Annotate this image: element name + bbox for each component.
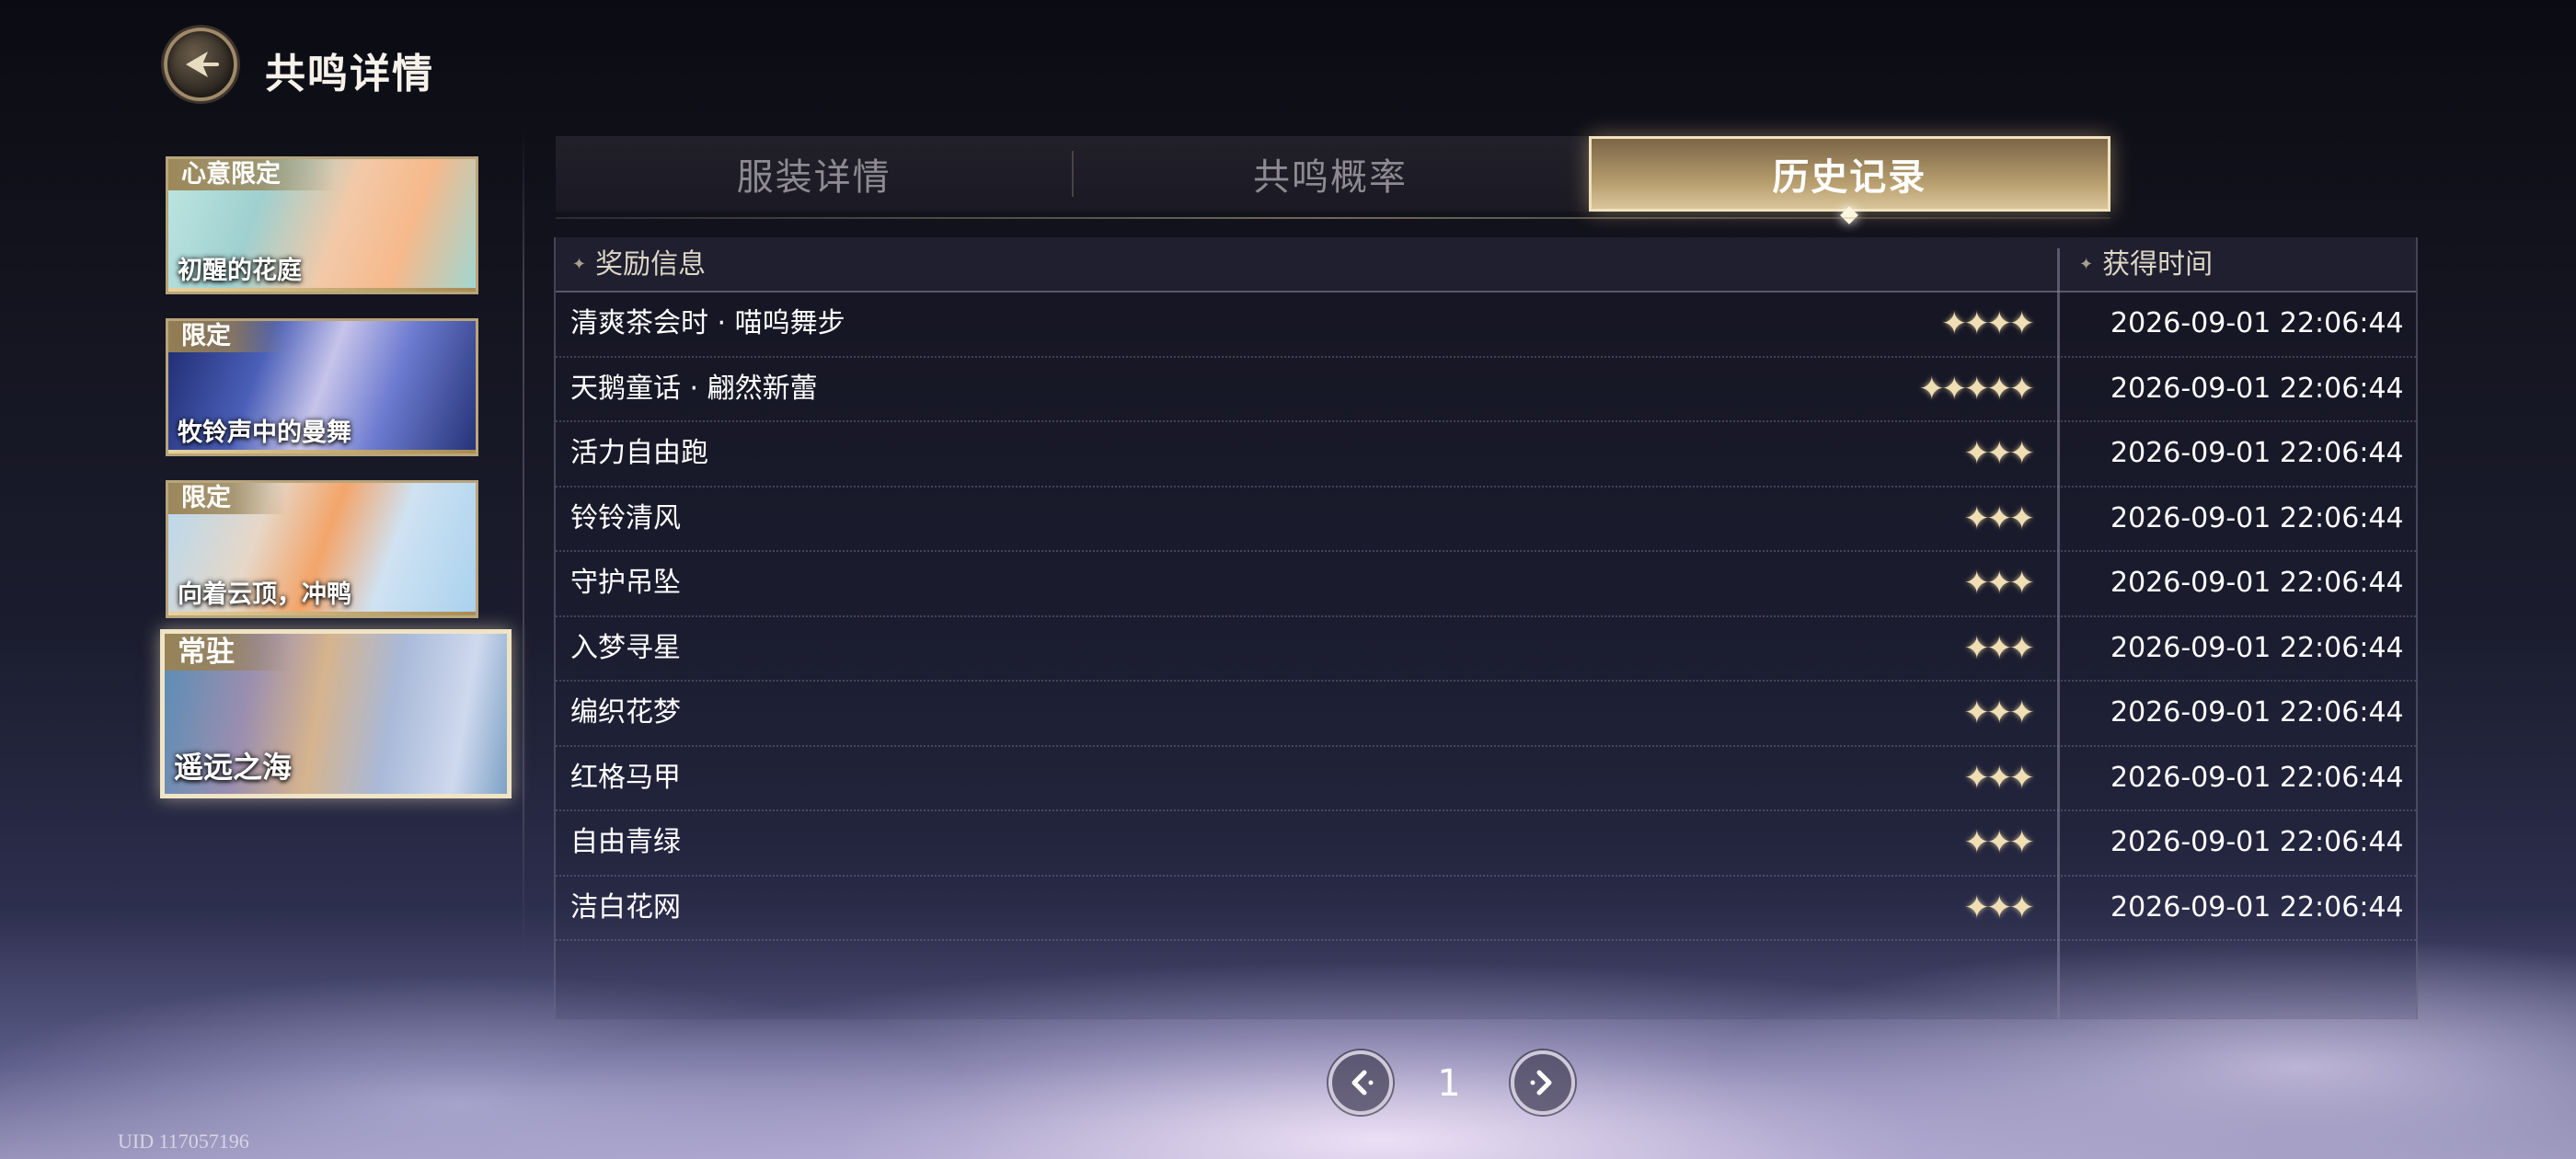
banner-yaoyuan-zhihai[interactable]: 常驻 遥远之海 — [160, 629, 512, 798]
obtained-time: 2026-09-01 22:06:44 — [2110, 372, 2404, 405]
active-tab-indicator-icon — [1840, 206, 1859, 224]
next-page-button[interactable] — [1511, 1050, 1575, 1115]
star-rating-icon: ✦✦✦ — [1963, 435, 2035, 472]
table-row: 清爽茶会时 · 喵呜舞步 ✦✦✦✦ 2026-09-01 22:06:44 — [556, 293, 2416, 358]
sidebar-divider — [523, 129, 524, 957]
banner-chuxing-huating[interactable]: 心意限定 初醒的花庭 — [166, 156, 478, 294]
header-sparkle-icon: ✦ — [572, 255, 587, 274]
table-row: 自由青绿 ✦✦✦ 2026-09-01 22:06:44 — [556, 811, 2416, 877]
star-rating-icon: ✦✦✦ — [1963, 499, 2035, 537]
reward-name: 守护吊坠 — [570, 567, 681, 599]
history-table: ✦ 奖励信息 ✦ 获得时间 清爽茶会时 · 喵呜舞步 ✦✦✦✦ 2026-09-01 2… — [554, 237, 2418, 1019]
reward-name: 天鹅童话 · 翩然新蕾 — [570, 372, 818, 405]
tab-history[interactable]: 历史记录 — [1588, 136, 2110, 224]
obtained-time: 2026-09-01 22:06:44 — [2110, 761, 2404, 794]
chevron-left-icon — [1351, 1070, 1374, 1096]
obtained-time: 2026-09-01 22:06:44 — [2110, 501, 2404, 534]
star-rating-icon: ✦✦✦ — [1963, 565, 2035, 602]
banner-tag: 限定 — [168, 483, 286, 514]
banner-name: 向着云顶，冲鸭 — [178, 580, 351, 609]
page-title: 共鸣详情 — [265, 51, 434, 98]
banner-yunding-chongya[interactable]: 限定 向着云顶，冲鸭 — [166, 480, 478, 618]
banner-underline — [168, 450, 476, 453]
tab-resonance-rates[interactable]: 共鸣概率 — [1072, 136, 1589, 212]
table-row: 活力自由跑 ✦✦✦ 2026-09-01 22:06:44 — [556, 422, 2416, 488]
obtained-time: 2026-09-01 22:06:44 — [2110, 826, 2404, 858]
obtained-time: 2026-09-01 22:06:44 — [2110, 696, 2404, 729]
header-time: ✦ 获得时间 — [2079, 237, 2213, 293]
back-arrow-icon — [186, 52, 219, 77]
reward-name: 自由青绿 — [570, 826, 681, 858]
banner-tag: 限定 — [168, 321, 286, 352]
page-number: 1 — [1437, 1062, 1461, 1105]
table-row: 天鹅童话 · 翩然新蕾 ✦✦✦✦✦ 2026-09-01 22:06:44 — [556, 358, 2416, 422]
star-rating-icon: ✦✦✦ — [1963, 759, 2035, 797]
banner-underline — [168, 288, 476, 292]
reward-name: 红格马甲 — [570, 761, 681, 794]
star-rating-icon: ✦✦✦✦✦ — [1918, 370, 2035, 407]
reward-name: 入梦寻星 — [570, 631, 681, 664]
star-rating-icon: ✦✦✦✦ — [1941, 305, 2035, 342]
obtained-time: 2026-09-01 22:06:44 — [2110, 631, 2404, 664]
banner-tag: 常驻 — [165, 634, 290, 671]
banner-muling-manwu[interactable]: 限定 牧铃声中的曼舞 — [166, 318, 478, 456]
reward-name: 清爽茶会时 · 喵呜舞步 — [570, 307, 845, 339]
tab-outfit-details[interactable]: 服装详情 — [556, 136, 1073, 212]
user-uid: UID 117057196 — [118, 1130, 249, 1153]
chevron-right-icon — [1530, 1070, 1552, 1096]
table-row: 编织花梦 ✦✦✦ 2026-09-01 22:06:44 — [556, 682, 2416, 747]
table-row: 入梦寻星 ✦✦✦ 2026-09-01 22:06:44 — [556, 617, 2416, 682]
reward-name: 编织花梦 — [570, 696, 681, 729]
star-rating-icon: ✦✦✦ — [1963, 694, 2035, 731]
reward-name: 活力自由跑 — [570, 437, 708, 469]
table-header: ✦ 奖励信息 ✦ 获得时间 — [556, 237, 2416, 293]
banner-underline — [168, 612, 476, 615]
banner-name: 初醒的花庭 — [178, 257, 302, 285]
star-rating-icon: ✦✦✦ — [1963, 824, 2035, 861]
banner-tag: 心意限定 — [168, 159, 336, 190]
banner-name: 牧铃声中的曼舞 — [178, 419, 351, 447]
star-rating-icon: ✦✦✦ — [1963, 889, 2035, 926]
star-rating-icon: ✦✦✦ — [1963, 629, 2035, 667]
obtained-time: 2026-09-01 22:06:44 — [2110, 890, 2404, 924]
table-row: 洁白花网 ✦✦✦ 2026-09-01 22:06:44 — [556, 877, 2416, 941]
banner-name: 遥远之海 — [174, 750, 293, 785]
obtained-time: 2026-09-01 22:06:44 — [2110, 567, 2404, 599]
prev-page-button[interactable] — [1328, 1050, 1393, 1115]
header-reward-label: 奖励信息 — [595, 248, 707, 281]
table-body: 清爽茶会时 · 喵呜舞步 ✦✦✦✦ 2026-09-01 22:06:44 天鹅童话… — [556, 293, 2416, 941]
obtained-time: 2026-09-01 22:06:44 — [2110, 437, 2404, 469]
header-sparkle-icon: ✦ — [2079, 255, 2094, 274]
obtained-time: 2026-09-01 22:06:44 — [2110, 307, 2404, 339]
back-button[interactable] — [164, 28, 237, 101]
tab-history-label: 历史记录 — [1772, 156, 1927, 199]
reward-name: 铃铃清风 — [570, 501, 681, 534]
reward-name: 洁白花网 — [570, 890, 681, 924]
table-row: 红格马甲 ✦✦✦ 2026-09-01 22:06:44 — [556, 747, 2416, 811]
tab-bar: 服装详情 共鸣概率 历史记录 — [556, 136, 2110, 224]
header-reward: ✦ 奖励信息 — [572, 237, 706, 293]
table-row: 铃铃清风 ✦✦✦ 2026-09-01 22:06:44 — [556, 488, 2416, 552]
table-row: 守护吊坠 ✦✦✦ 2026-09-01 22:06:44 — [556, 552, 2416, 617]
header-time-label: 获得时间 — [2102, 248, 2214, 281]
